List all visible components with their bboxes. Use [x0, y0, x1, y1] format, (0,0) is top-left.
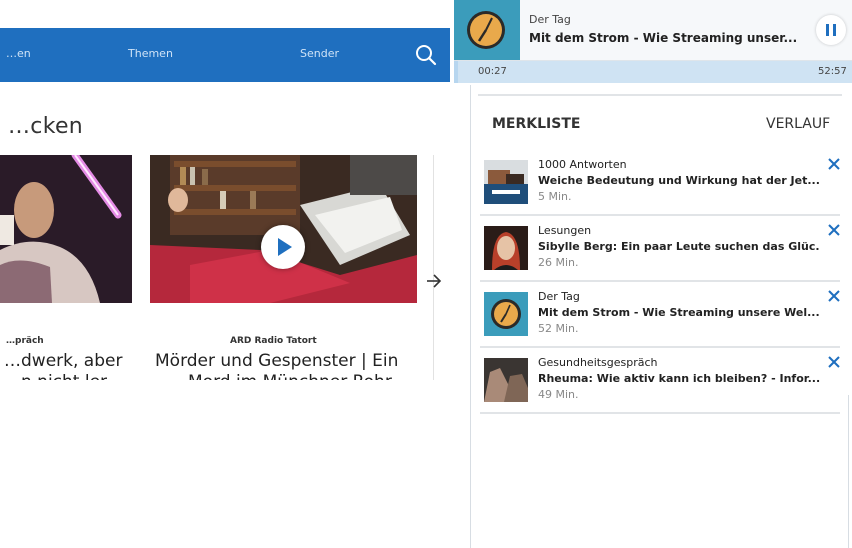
pause-icon: [826, 24, 829, 36]
bookmark-panel: MERKLISTE VERLAUF 1000 Antworten Weiche …: [478, 94, 842, 414]
tab-merkliste[interactable]: MERKLISTE: [492, 116, 580, 132]
progress-bar[interactable]: 00:27 52:57: [454, 61, 852, 83]
close-icon[interactable]: [827, 354, 841, 368]
pause-icon-bar: [833, 24, 836, 36]
arrow-right-icon[interactable]: [424, 270, 444, 292]
card-image: [0, 155, 132, 303]
close-icon[interactable]: [827, 156, 841, 170]
portrait-icon: [484, 226, 528, 270]
item-category: 1000 Antworten: [538, 158, 627, 171]
close-icon[interactable]: [827, 222, 841, 236]
item-title: Weiche Bedeutung und Wirkung hat der Jet…: [538, 174, 820, 187]
nav-item-themen[interactable]: Themen: [128, 47, 173, 60]
item-duration: 49 Min.: [538, 388, 579, 401]
item-duration: 5 Min.: [538, 190, 572, 203]
top-navbar: …en Themen Sender: [0, 28, 450, 82]
content-card[interactable]: ARD Radio Tatort Mörder und Gespenster |…: [150, 155, 417, 380]
item-category: Lesungen: [538, 224, 592, 237]
website-pane: …en Themen Sender …cken …präch …dwerk, a…: [0, 0, 450, 548]
list-item[interactable]: Lesungen Sibylle Berg: Ein paar Leute su…: [480, 216, 840, 282]
list-item[interactable]: Der Tag Mit dem Strom - Wie Streaming un…: [480, 282, 840, 348]
card-kicker: ARD Radio Tatort: [230, 336, 317, 346]
divider: [470, 85, 471, 548]
item-duration: 26 Min.: [538, 256, 579, 269]
progress-fill: [454, 61, 458, 83]
card-title: …dwerk, aber: [4, 351, 123, 371]
player-show: Der Tag: [529, 13, 571, 26]
section-title: …cken: [8, 114, 84, 139]
clock-icon: [454, 0, 520, 60]
tab-verlauf[interactable]: VERLAUF: [766, 116, 830, 132]
item-title: Sibylle Berg: Ein paar Leute suchen das …: [538, 240, 820, 253]
total-time: 52:57: [818, 66, 847, 77]
close-icon[interactable]: [827, 288, 841, 302]
divider: [848, 395, 849, 548]
play-button[interactable]: [261, 225, 305, 269]
card-kicker: …präch: [6, 336, 44, 346]
nav-item-entdecken[interactable]: …en: [6, 47, 31, 60]
pause-button[interactable]: [816, 15, 846, 45]
list-item[interactable]: 1000 Antworten Weiche Bedeutung und Wirk…: [480, 150, 840, 216]
search-icon[interactable]: [412, 41, 440, 69]
elapsed-time: 00:27: [478, 66, 507, 77]
nav-item-sender[interactable]: Sender: [300, 47, 339, 60]
mini-player[interactable]: Der Tag Mit dem Strom - Wie Streaming un…: [454, 0, 852, 61]
clock-icon: [484, 292, 528, 336]
player-pane: Der Tag Mit dem Strom - Wie Streaming un…: [454, 0, 852, 548]
list-item[interactable]: Gesundheitsgespräch Rheuma: Wie aktiv ka…: [480, 348, 840, 414]
card-title-line2: …n nicht ler…: [4, 372, 124, 380]
item-category: Der Tag: [538, 290, 580, 303]
book-stack-icon: [484, 160, 528, 204]
item-duration: 52 Min.: [538, 322, 579, 335]
item-category: Gesundheitsgespräch: [538, 356, 658, 369]
hands-icon: [484, 358, 528, 402]
item-title: Rheuma: Wie aktiv kann ich bleiben? - In…: [538, 372, 820, 385]
item-title: Mit dem Strom - Wie Streaming unsere Wel…: [538, 306, 820, 319]
player-title: Mit dem Strom - Wie Streaming unser...: [529, 31, 798, 45]
card-title: Mörder und Gespenster | Ein: [155, 351, 399, 371]
content-card[interactable]: …präch …dwerk, aber …n nicht ler…: [0, 155, 132, 380]
divider: [433, 155, 434, 380]
play-icon: [278, 238, 292, 256]
card-title-line2: Mord im Münchner Rohr…: [188, 372, 409, 380]
